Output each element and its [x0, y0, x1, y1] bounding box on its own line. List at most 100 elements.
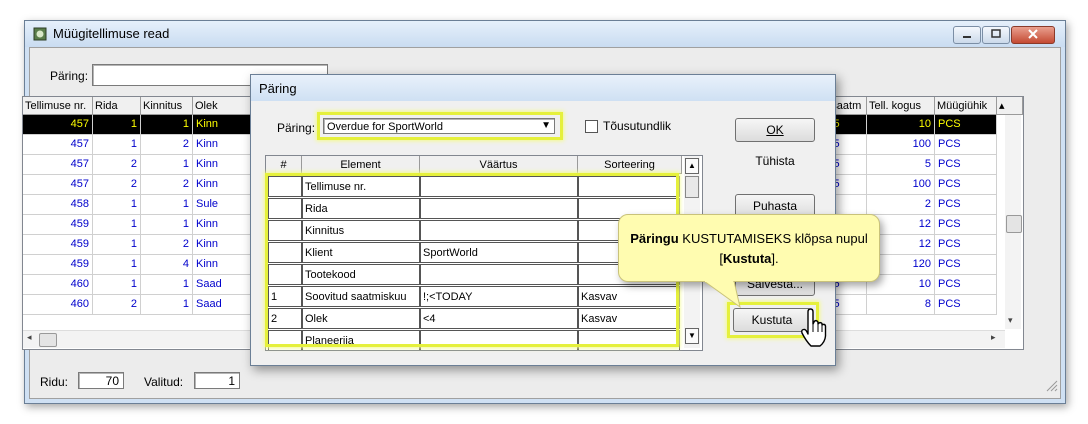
criteria-cell[interactable]: Tootekood [302, 264, 420, 285]
criteria-cell[interactable]: Soovitud saatmiskuu [302, 286, 420, 307]
table-cell[interactable]: 460 [23, 275, 93, 295]
table-cell[interactable]: 457 [23, 135, 93, 155]
criteria-cell[interactable]: Planeerija [302, 330, 420, 350]
scroll-down-arrow[interactable]: ▾ [1008, 315, 1013, 326]
chevron-down-icon[interactable]: ▼ [541, 118, 551, 134]
criteria-cell[interactable] [578, 176, 680, 197]
table-cell[interactable]: 2 [141, 175, 193, 195]
criteria-cell[interactable] [268, 264, 302, 285]
scroll-up-arrow[interactable]: ▴ [997, 97, 1023, 115]
criteria-cell[interactable]: 2 [268, 308, 302, 329]
column-header[interactable]: Tellimuse nr. [23, 97, 93, 115]
criteria-cell[interactable] [268, 220, 302, 241]
criteria-cell[interactable] [268, 242, 302, 263]
table-cell[interactable]: PCS [935, 255, 997, 275]
table-cell[interactable]: PCS [935, 295, 997, 315]
column-header[interactable]: Rida [93, 97, 141, 115]
criteria-cell[interactable] [420, 330, 578, 350]
column-header[interactable]: Sorteering [578, 156, 682, 174]
maximize-button[interactable] [982, 26, 1010, 44]
table-cell[interactable]: 100 [867, 175, 935, 195]
ok-button[interactable]: OK [735, 118, 815, 142]
criteria-cell[interactable]: Klient [302, 242, 420, 263]
criteria-cell[interactable]: Olek [302, 308, 420, 329]
table-cell[interactable]: 2 [93, 295, 141, 315]
column-header[interactable]: Element [302, 156, 420, 174]
table-cell[interactable]: 1 [141, 215, 193, 235]
criteria-cell[interactable]: SportWorld [420, 242, 578, 263]
table-cell[interactable]: 100 [867, 135, 935, 155]
criteria-cell[interactable] [268, 198, 302, 219]
table-cell[interactable]: Saad [193, 275, 253, 295]
criteria-cell[interactable]: Rida [302, 198, 420, 219]
table-cell[interactable]: Kinn [193, 255, 253, 275]
table-cell[interactable]: 458 [23, 195, 93, 215]
table-cell[interactable]: 459 [23, 255, 93, 275]
table-cell[interactable]: 2 [141, 135, 193, 155]
criteria-cell[interactable] [420, 198, 578, 219]
resize-grip-icon[interactable] [1044, 378, 1058, 395]
query-select[interactable]: Overdue for SportWorld ▼ [323, 118, 555, 134]
vertical-scrollbar[interactable]: ▾ [1005, 115, 1022, 329]
scroll-right-arrow[interactable]: ▸ [991, 332, 996, 343]
table-cell[interactable]: 1 [93, 115, 141, 135]
column-header[interactable]: Olek [193, 97, 253, 115]
table-cell[interactable]: PCS [935, 275, 997, 295]
table-cell[interactable]: 10 [867, 115, 935, 135]
criteria-cell[interactable]: !;<TODAY [420, 286, 578, 307]
table-cell[interactable]: 2 [93, 155, 141, 175]
criteria-cell[interactable] [420, 264, 578, 285]
table-cell[interactable]: PCS [935, 115, 997, 135]
scroll-up-arrow[interactable]: ▲ [685, 158, 699, 174]
scrollbar-thumb[interactable] [39, 333, 57, 347]
table-cell[interactable]: Saad [193, 295, 253, 315]
table-cell[interactable]: Kinn [193, 235, 253, 255]
criteria-cell[interactable] [268, 330, 302, 350]
table-cell[interactable]: Kinn [193, 155, 253, 175]
table-cell[interactable]: 1 [93, 135, 141, 155]
table-cell[interactable]: PCS [935, 175, 997, 195]
table-cell[interactable]: Kinn [193, 175, 253, 195]
criteria-cell[interactable]: <4 [420, 308, 578, 329]
criteria-cell[interactable] [420, 176, 578, 197]
criteria-cell[interactable] [420, 220, 578, 241]
criteria-cell[interactable]: Tellimuse nr. [302, 176, 420, 197]
table-cell[interactable]: PCS [935, 135, 997, 155]
table-cell[interactable]: 2 [867, 195, 935, 215]
minimize-button[interactable] [953, 26, 981, 44]
column-header[interactable]: Kinnitus [141, 97, 193, 115]
table-cell[interactable]: 457 [23, 115, 93, 135]
close-button[interactable] [1011, 26, 1055, 44]
table-cell[interactable]: 1 [141, 195, 193, 215]
table-cell[interactable]: 459 [23, 215, 93, 235]
table-cell[interactable]: 1 [141, 155, 193, 175]
table-cell[interactable]: 1 [93, 235, 141, 255]
table-cell[interactable]: PCS [935, 215, 997, 235]
table-cell[interactable]: 1 [93, 215, 141, 235]
table-cell[interactable]: 1 [93, 275, 141, 295]
table-cell[interactable]: 1 [93, 255, 141, 275]
table-cell[interactable]: Sule [193, 195, 253, 215]
criteria-cell[interactable]: Kinnitus [302, 220, 420, 241]
table-cell[interactable]: PCS [935, 155, 997, 175]
table-cell[interactable]: 1 [141, 115, 193, 135]
column-header[interactable]: Tell. kogus [867, 97, 935, 115]
table-cell[interactable]: PCS [935, 235, 997, 255]
column-header[interactable]: # [266, 156, 302, 174]
column-header[interactable]: Müügiühik [935, 97, 997, 115]
scroll-down-arrow[interactable]: ▼ [685, 328, 699, 344]
table-cell[interactable]: 457 [23, 155, 93, 175]
table-cell[interactable]: 8 [867, 295, 935, 315]
criteria-cell[interactable]: Kasvav [578, 286, 680, 307]
criteria-cell[interactable]: 1 [268, 286, 302, 307]
scrollbar-thumb[interactable] [685, 176, 699, 198]
criteria-cell[interactable] [268, 176, 302, 197]
table-cell[interactable]: 459 [23, 235, 93, 255]
ascending-checkbox[interactable] [585, 120, 598, 133]
table-cell[interactable]: 1 [141, 295, 193, 315]
table-cell[interactable]: 457 [23, 175, 93, 195]
table-cell[interactable]: 460 [23, 295, 93, 315]
table-cell[interactable]: 1 [93, 195, 141, 215]
table-cell[interactable]: 5 [867, 155, 935, 175]
table-cell[interactable]: PCS [935, 195, 997, 215]
